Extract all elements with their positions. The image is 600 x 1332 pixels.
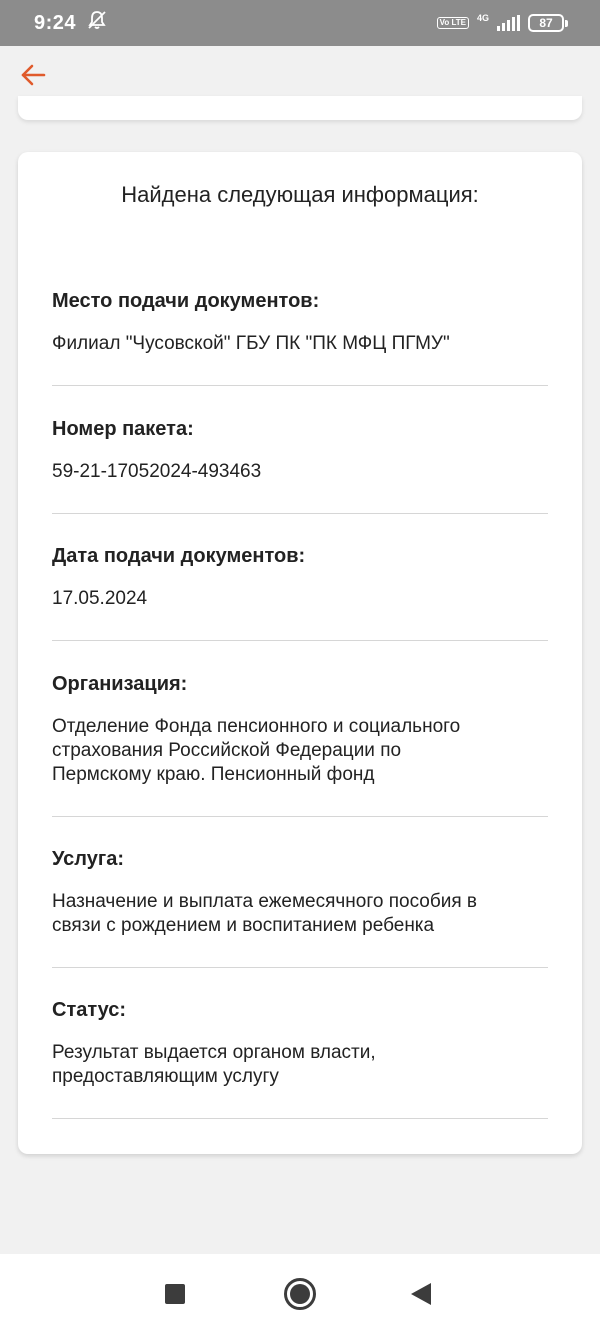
battery-level: 87 (528, 14, 564, 32)
divider (52, 816, 548, 817)
back-button[interactable] (18, 62, 48, 92)
field-status: Статус: Результат выдается органом власт… (52, 999, 548, 1089)
volte-icon: Vo LTE (436, 17, 469, 29)
field-label: Место подачи документов: (52, 290, 320, 312)
field-label: Дата подачи документов: (52, 545, 306, 567)
circle-icon (290, 1284, 310, 1304)
network-type-label: 4G (476, 13, 489, 23)
notifications-off-icon (86, 9, 108, 37)
home-button[interactable] (284, 1278, 316, 1310)
field-submission-place: Место подачи документов: Филиал "Чусовск… (52, 290, 548, 356)
field-label: Услуга: (52, 848, 124, 870)
divider (52, 967, 548, 968)
field-value: Назначение и выплата ежемесячного пособи… (52, 891, 478, 936)
divider (52, 513, 548, 514)
status-time: 9:24 (34, 11, 77, 34)
recents-button[interactable] (165, 1284, 185, 1304)
field-value: Отделение Фонда пенсионного и социальног… (52, 716, 461, 785)
system-back-button[interactable] (411, 1283, 431, 1305)
info-card: Найдена следующая информация: Место пода… (18, 152, 582, 1154)
arrow-left-icon (20, 64, 46, 91)
divider (52, 385, 548, 386)
status-bar: 9:24 Vo LTE 4G 87 (0, 0, 600, 46)
field-service: Услуга: Назначение и выплата ежемесячног… (52, 848, 548, 938)
field-organization: Организация: Отделение Фонда пенсионного… (52, 673, 548, 787)
field-label: Организация: (52, 673, 188, 695)
system-nav-bar (0, 1254, 600, 1332)
status-left: 9:24 (34, 9, 108, 37)
field-value: 59-21-17052024-493463 (52, 461, 262, 482)
signal-icon (497, 15, 520, 31)
previous-card (18, 96, 582, 120)
field-label: Статус: (52, 999, 127, 1021)
card-title: Найдена следующая информация: (121, 182, 479, 207)
field-submission-date: Дата подачи документов: 17.05.2024 (52, 545, 548, 611)
field-value: Филиал "Чусовской" ГБУ ПК "ПК МФЦ ПГМУ" (52, 333, 450, 354)
status-right: Vo LTE 4G 87 (436, 13, 568, 33)
battery-icon: 87 (528, 14, 568, 32)
field-value: Результат выдается органом власти, предо… (52, 1042, 376, 1087)
divider (52, 1118, 548, 1119)
field-package-number: Номер пакета: 59-21-17052024-493463 (52, 418, 548, 484)
field-value: 17.05.2024 (52, 588, 148, 609)
field-label: Номер пакета: (52, 418, 194, 440)
divider (52, 640, 548, 641)
